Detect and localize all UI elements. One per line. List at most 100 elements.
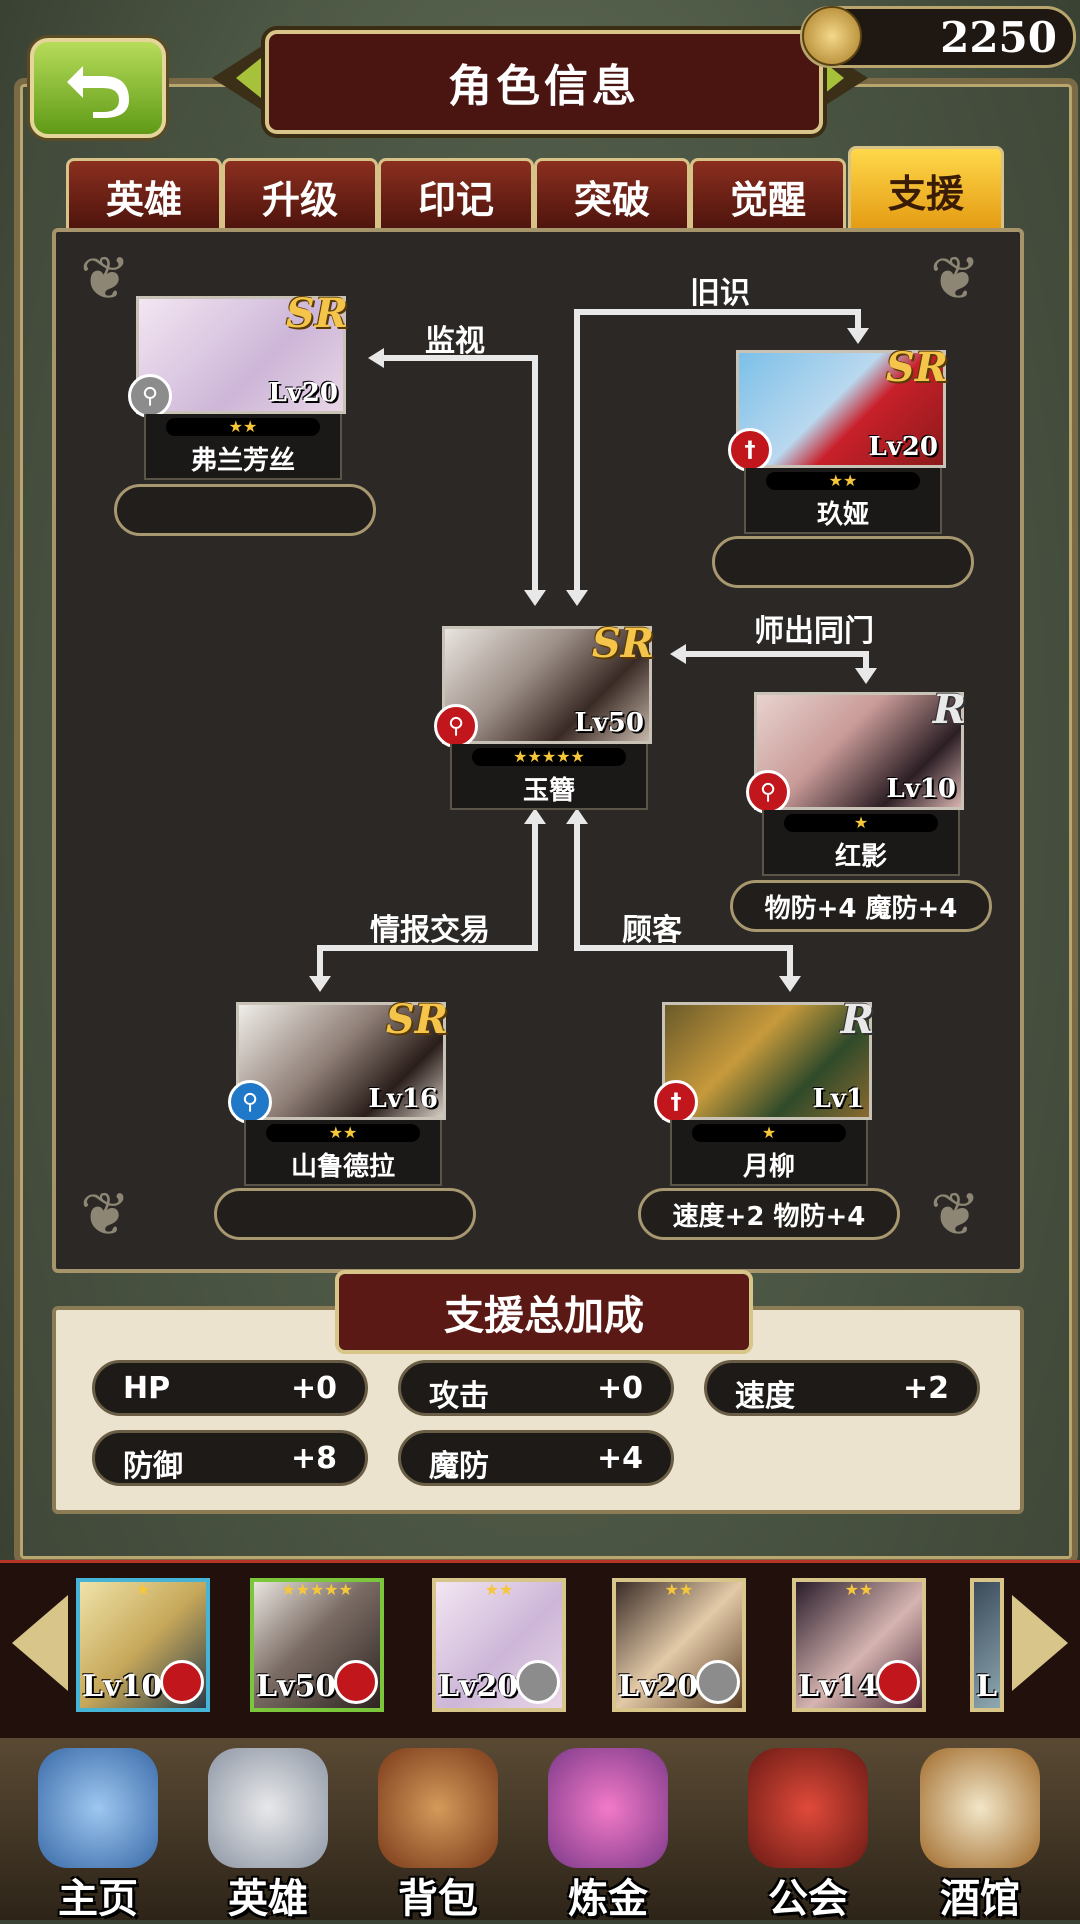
roster-next-arrow-icon[interactable] xyxy=(1012,1595,1068,1691)
sword-class-icon xyxy=(160,1660,204,1704)
nav-guild[interactable]: 公会 xyxy=(728,1748,888,1922)
sword-class-icon: † xyxy=(728,428,772,472)
level-text: Lv1 xyxy=(812,1084,864,1114)
name-plate: ★★ 山鲁德拉 xyxy=(244,1120,442,1186)
shield-icon xyxy=(748,1748,868,1868)
star-rating: ★★★★★ xyxy=(472,748,626,766)
nav-bag[interactable]: 背包 xyxy=(358,1748,518,1922)
roster-level: Lv50 xyxy=(256,1669,337,1704)
nav-tavern[interactable]: 酒馆 xyxy=(900,1748,1060,1922)
rarity-badge: SR xyxy=(885,344,948,391)
rarity-badge: SR xyxy=(591,620,654,667)
roster-level: Lv14 xyxy=(798,1669,879,1704)
stat-value: +8 xyxy=(290,1441,337,1476)
roster-level: Lv20 xyxy=(438,1669,519,1704)
stat-value: +0 xyxy=(596,1371,643,1406)
relation-label-1: 监视 xyxy=(425,324,485,359)
stat-label: 防御 xyxy=(123,1449,183,1484)
nav-hero[interactable]: 英雄 xyxy=(188,1748,348,1922)
star-rating: ★★ xyxy=(166,418,320,436)
roster-level: Lv10 xyxy=(82,1669,163,1704)
staff-class-icon xyxy=(334,1660,378,1704)
character-name: 月柳 xyxy=(742,1152,795,1182)
nav-label: 酒馆 xyxy=(940,1876,1020,1922)
staff-class-icon xyxy=(516,1660,560,1704)
bonus-pill-3: 物防+4 魔防+4 xyxy=(730,880,992,932)
roster-prev-arrow-icon[interactable] xyxy=(12,1595,68,1691)
staff-class-icon: ⚲ xyxy=(434,704,478,748)
stat-value: +0 xyxy=(290,1371,337,1406)
star-rating: ★★ xyxy=(766,472,920,490)
staff-class-icon: ⚲ xyxy=(746,770,790,814)
nav-home[interactable]: 主页 xyxy=(18,1748,178,1922)
stat-value: +2 xyxy=(902,1371,949,1406)
rarity-badge: SR xyxy=(385,996,448,1043)
stat-label: 速度 xyxy=(735,1379,795,1414)
relation-label-2: 旧识 xyxy=(690,276,750,311)
star-rating: ★★ xyxy=(266,1124,420,1142)
character-name: 山鲁德拉 xyxy=(290,1152,395,1182)
roster-character-4[interactable]: ★★ Lv20 xyxy=(612,1578,746,1712)
nav-alchemy[interactable]: 炼金 xyxy=(528,1748,688,1922)
level-text: Lv50 xyxy=(574,708,644,738)
stat-value: +4 xyxy=(596,1441,643,1476)
stat-attack: 攻击 +0 xyxy=(398,1360,674,1416)
name-plate: ★★★★★ 玉簪 xyxy=(450,744,648,810)
tavern-icon xyxy=(920,1748,1040,1868)
roster-stars: ★★ xyxy=(664,1580,694,1599)
star-rating: ★ xyxy=(692,1124,846,1142)
stat-magic-defense: 魔防 +4 xyxy=(398,1430,674,1486)
sword-class-icon xyxy=(876,1660,920,1704)
star-rating: ★ xyxy=(784,814,938,832)
stat-label: 攻击 xyxy=(429,1379,489,1414)
stat-hp: HP +0 xyxy=(92,1360,368,1416)
roster-stars: ★★ xyxy=(844,1580,874,1599)
nav-label: 英雄 xyxy=(228,1876,308,1922)
name-plate: ★★ 玖娅 xyxy=(744,468,942,534)
stat-speed: 速度 +2 xyxy=(704,1360,980,1416)
bonus-pill-5: 速度+2 物防+4 xyxy=(638,1188,900,1240)
flask-icon xyxy=(548,1748,668,1868)
sword-class-icon: † xyxy=(654,1080,698,1124)
bonus-pill-4 xyxy=(214,1188,476,1240)
roster-stars: ★★★★★ xyxy=(281,1580,353,1599)
summary-title-text: 支援总加成 xyxy=(444,1293,644,1339)
level-text: Lv20 xyxy=(868,432,938,462)
bonus-pill-1 xyxy=(114,484,376,536)
roster-stars: ★ xyxy=(135,1580,151,1599)
nav-label: 背包 xyxy=(398,1876,478,1922)
nav-label: 炼金 xyxy=(568,1876,648,1922)
relation-label-5: 顾客 xyxy=(622,913,682,948)
rarity-badge: SR xyxy=(285,290,348,337)
character-name: 红影 xyxy=(834,842,887,872)
relation-label-4: 情报交易 xyxy=(370,913,490,948)
bonus-pill-2 xyxy=(712,536,974,588)
roster-level: Lv20 xyxy=(618,1669,699,1704)
roster-level: L xyxy=(976,1669,998,1704)
roster-character-6[interactable]: L xyxy=(970,1578,1004,1712)
level-text: Lv10 xyxy=(886,774,956,804)
level-text: Lv20 xyxy=(268,378,338,408)
rarity-badge: R xyxy=(840,996,874,1043)
name-plate: ★ 红影 xyxy=(762,810,960,876)
name-plate: ★ 月柳 xyxy=(670,1120,868,1186)
stat-defense: 防御 +8 xyxy=(92,1430,368,1486)
relation-label-3: 师出同门 xyxy=(754,614,874,649)
nav-label: 公会 xyxy=(768,1876,848,1922)
name-plate: ★★ 弗兰芳丝 xyxy=(144,414,342,480)
roster-character-2[interactable]: ★★★★★ Lv50 xyxy=(250,1578,384,1712)
character-name: 玖娅 xyxy=(816,500,869,530)
roster-character-3[interactable]: ★★ Lv20 xyxy=(432,1578,566,1712)
rarity-badge: R xyxy=(932,686,966,733)
castle-icon xyxy=(38,1748,158,1868)
bag-icon xyxy=(378,1748,498,1868)
level-text: Lv16 xyxy=(368,1084,438,1114)
summary-title: 支援总加成 xyxy=(335,1270,753,1354)
stat-label: 魔防 xyxy=(429,1449,489,1484)
roster-character-1[interactable]: ★ Lv10 xyxy=(76,1578,210,1712)
roster-character-5[interactable]: ★★ Lv14 xyxy=(792,1578,926,1712)
helmet-icon xyxy=(208,1748,328,1868)
roster-stars: ★★ xyxy=(484,1580,514,1599)
character-name: 玉簪 xyxy=(522,776,575,806)
staff-class-icon: ⚲ xyxy=(128,374,172,418)
